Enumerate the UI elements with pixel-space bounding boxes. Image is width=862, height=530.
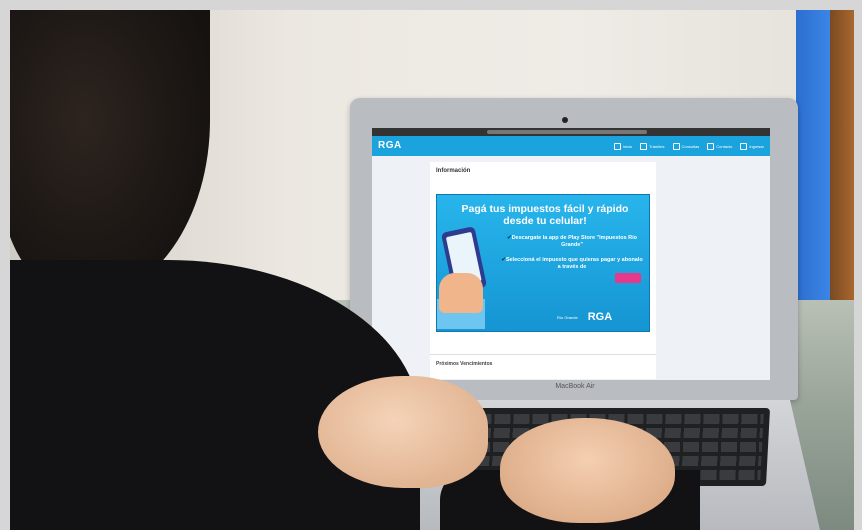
next-section-title: Próximos Vencimientos <box>436 361 493 367</box>
photo-border-top <box>0 0 862 10</box>
photo-border-left <box>0 0 10 530</box>
site-nav: Inicio Trámites Consultas Contacto Ingre… <box>613 143 764 150</box>
rga-logo: RGA <box>587 311 613 323</box>
banner-title: Pagá tus impuestos fácil y rápido desde … <box>461 203 629 227</box>
nav-label: Inicio <box>622 144 633 149</box>
home-icon <box>613 143 621 150</box>
nav-item-contacto[interactable]: Contacto <box>707 143 732 150</box>
user-icon <box>740 143 748 150</box>
nav-label: Trámites <box>649 144 665 149</box>
photo-scene: RGA Inicio Trámites Consultas Contacto I… <box>0 0 862 530</box>
section-title: Información <box>436 168 471 174</box>
site-logo[interactable]: RGA <box>378 140 402 151</box>
nav-label: Ingresar <box>749 144 764 149</box>
phone-icon <box>707 143 715 150</box>
payment-badge[interactable] <box>615 273 641 283</box>
step-text: Descargate la app de Play Store "Impuest… <box>511 235 638 248</box>
step-text: Seleccioná el impuesto que quieras pagar… <box>505 257 643 270</box>
nav-item-ingresar[interactable]: Ingresar <box>740 143 764 150</box>
browser-toolbar <box>372 128 770 136</box>
site-header: RGA Inicio Trámites Consultas Contacto I… <box>372 136 770 156</box>
person-right-hand <box>500 418 675 523</box>
banner-step-1: ✔Descargate la app de Play Store "Impues… <box>499 235 645 249</box>
banner-step-2: ✔Seleccioná el impuesto que quieras paga… <box>499 257 645 271</box>
banner-footer: Río Grande RGA <box>557 311 612 323</box>
person-left-hand <box>318 376 488 488</box>
wood-panel <box>830 10 854 340</box>
promo-banner[interactable]: Pagá tus impuestos fácil y rápido desde … <box>436 194 650 332</box>
hand-illustration <box>439 273 483 313</box>
search-icon <box>672 143 680 150</box>
nav-item-consultas[interactable]: Consultas <box>672 143 700 150</box>
rio-grande-logo: Río Grande <box>557 314 578 320</box>
address-bar[interactable] <box>487 130 647 134</box>
next-section-card: Próximos Vencimientos <box>430 354 656 379</box>
photo-border-right <box>854 0 862 530</box>
blue-panel <box>796 10 830 330</box>
nav-label: Consultas <box>681 144 700 149</box>
nav-item-inicio[interactable]: Inicio <box>613 143 633 150</box>
document-icon <box>640 143 648 150</box>
nav-label: Contacto <box>716 144 733 149</box>
webcam-icon <box>562 117 568 123</box>
laptop-screen: RGA Inicio Trámites Consultas Contacto I… <box>372 128 770 380</box>
laptop-brand: MacBook Air <box>555 383 595 390</box>
nav-item-tramites[interactable]: Trámites <box>640 143 665 150</box>
